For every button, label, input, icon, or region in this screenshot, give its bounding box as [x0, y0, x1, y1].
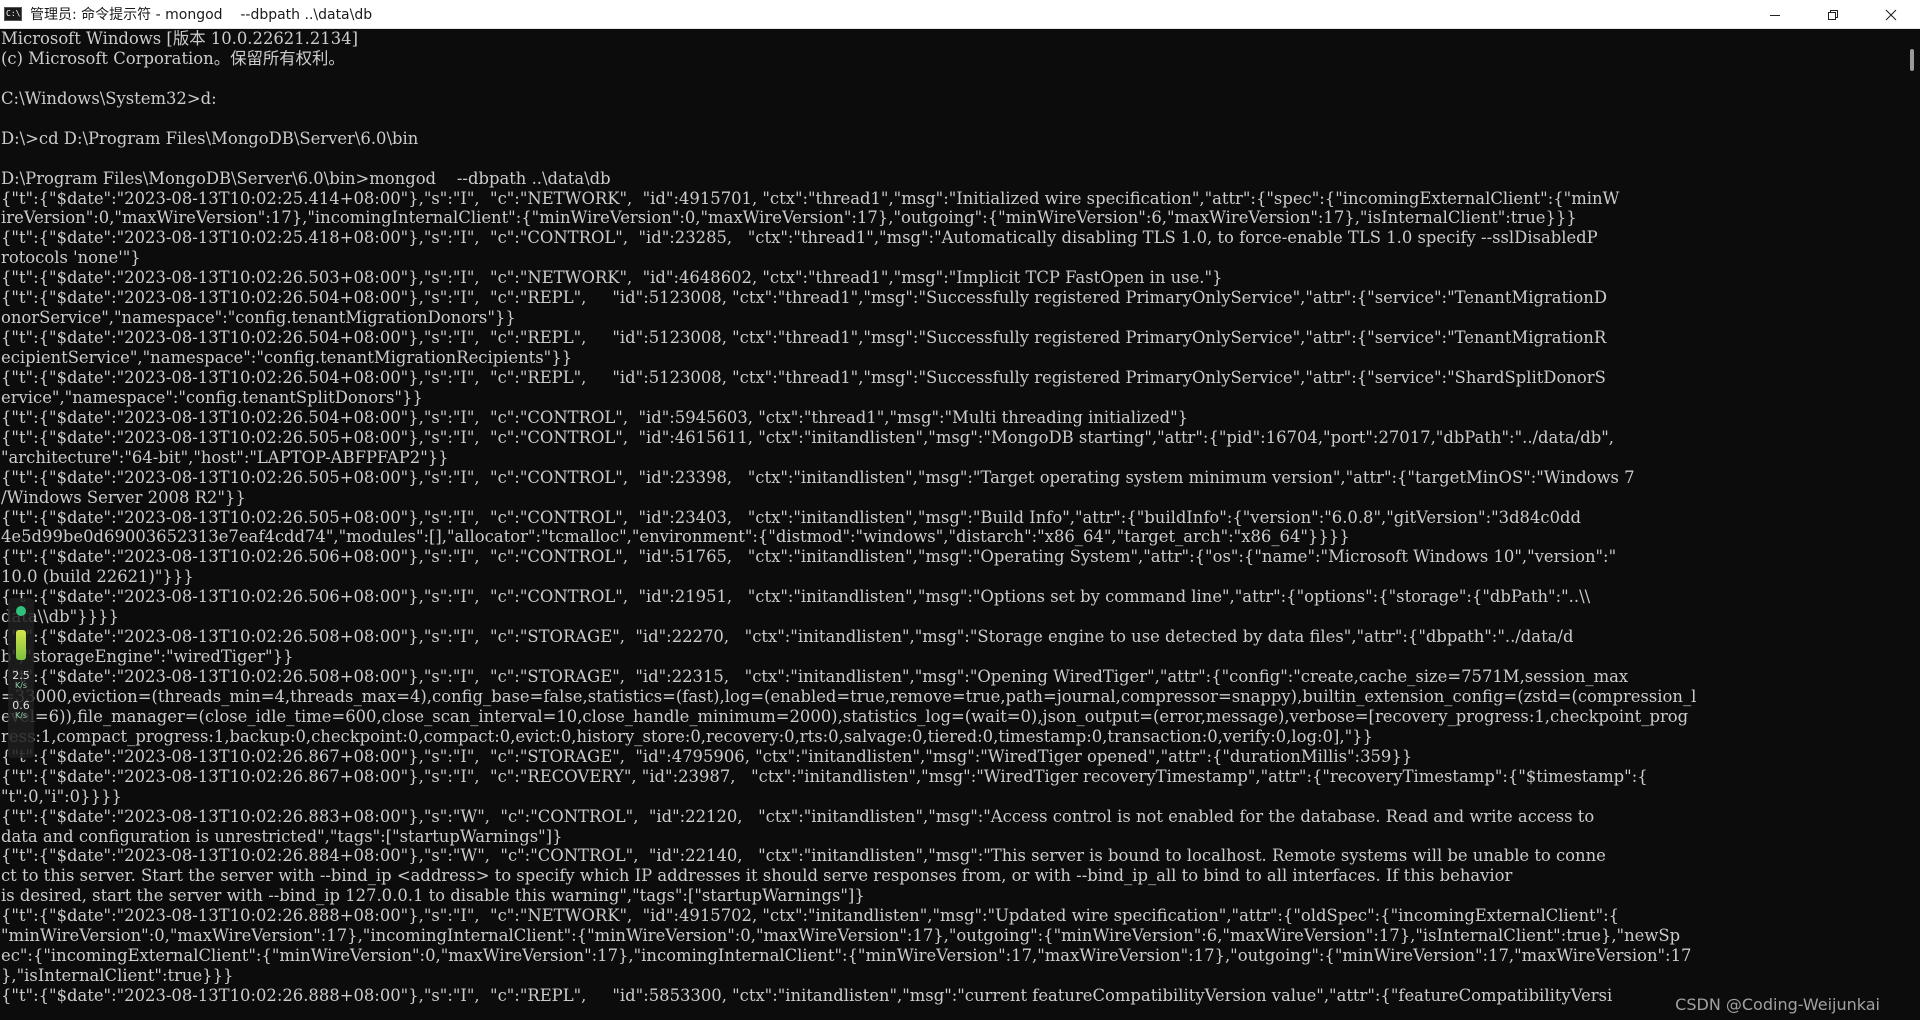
console-line: {"t":{"$date":"2023-08-13T10:02:26.504+0…	[1, 328, 1607, 348]
console-line: 10.0 (build 22621)"}}}	[1, 567, 194, 587]
console-line: D:\>cd D:\Program Files\MongoDB\Server\6…	[1, 128, 419, 148]
console-line: {"t":{"$date":"2023-08-13T10:02:25.414+0…	[1, 188, 1620, 208]
console-line: {"t":{"$date":"2023-08-13T10:02:26.506+0…	[1, 547, 1617, 567]
vertical-scrollbar[interactable]	[1896, 29, 1920, 1020]
close-icon	[1885, 9, 1897, 20]
window-title: 管理员: 命令提示符 - mongod --dbpath ..\data\db	[30, 7, 373, 23]
scrollbar-thumb[interactable]	[1910, 49, 1914, 71]
console-line: {"t":{"$date":"2023-08-13T10:02:26.883+0…	[1, 806, 1595, 826]
console-line: {"t":{"$date":"2023-08-13T10:02:26.508+0…	[1, 667, 1629, 686]
console-line: {"t":{"$date":"2023-08-13T10:02:26.505+0…	[1, 507, 1582, 527]
upload-speed-value: 2.5	[12, 669, 30, 682]
console-line: {"t":{"$date":"2023-08-13T10:02:26.505+0…	[1, 427, 1614, 447]
download-speed-value: 0.6	[12, 699, 30, 712]
console-line: {"t":{"$date":"2023-08-13T10:02:26.504+0…	[1, 407, 1189, 427]
upload-speed-unit: K/s	[14, 681, 28, 690]
minimize-icon	[1770, 14, 1780, 16]
console-line: evel=6)),file_manager=(close_idle_time=6…	[1, 706, 1689, 726]
console-line: ec":{"incomingExternalClient":{"minWireV…	[1, 946, 1692, 966]
console-line: {"t":{"$date":"2023-08-13T10:02:26.508+0…	[1, 627, 1574, 647]
console-line: C:\Windows\System32>d:	[1, 88, 217, 108]
console-line: ireVersion":0,"maxWireVersion":17},"inco…	[1, 208, 1577, 228]
console-line: ecipientService","namespace":"config.ten…	[1, 348, 573, 367]
usage-bar	[16, 630, 26, 660]
console-line: data\\db"}}}}	[1, 607, 119, 627]
console-output[interactable]: Microsoft Windows [版本 10.0.22621.2134] (c…	[0, 29, 1896, 1020]
console-line: is desired, start the server with --bind…	[1, 886, 865, 906]
console-line: 4e5d99be0d69003652313e7eaf4cdd74","modul…	[1, 527, 1350, 547]
console-line: ress:1,compact_progress:1,backup:0,check…	[1, 726, 1373, 746]
console-line: ct to this server. Start the server with…	[1, 866, 1513, 886]
console-line: onorService","namespace":"config.tenantM…	[1, 308, 516, 328]
status-dot-icon	[16, 606, 26, 616]
console-line: {"t":{"$date":"2023-08-13T10:02:26.867+0…	[1, 746, 1413, 766]
console-line: {"t":{"$date":"2023-08-13T10:02:26.867+0…	[1, 766, 1648, 786]
console-line: =33000,eviction=(threads_min=4,threads_m…	[1, 686, 1697, 706]
console-line: "t":0,"i":0}}}}	[1, 786, 122, 806]
watermark: CSDN @Coding-Weijunkai	[1675, 995, 1880, 1014]
console-line: {"t":{"$date":"2023-08-13T10:02:26.888+0…	[1, 906, 1620, 926]
console-line: D:\Program Files\MongoDB\Server\6.0\bin>…	[1, 168, 611, 188]
cmd-icon: C:\	[4, 7, 22, 21]
console-line: ervice","namespace":"config.tenantSplitD…	[1, 387, 423, 407]
minimize-button[interactable]	[1746, 0, 1804, 29]
restore-icon	[1828, 9, 1838, 20]
restore-button[interactable]	[1804, 0, 1862, 29]
console-line: {"t":{"$date":"2023-08-13T10:02:26.884+0…	[1, 846, 1606, 866]
console-line: {"t":{"$date":"2023-08-13T10:02:25.418+0…	[1, 228, 1598, 248]
close-button[interactable]	[1862, 0, 1920, 29]
download-speed-unit: K/s	[14, 711, 28, 720]
console-line: },"isInternalClient":true}}}	[1, 966, 234, 986]
console-line: "minWireVersion":0,"maxWireVersion":17},…	[1, 926, 1681, 946]
console-line: Microsoft Windows [版本 10.0.22621.2134]	[1, 29, 358, 48]
console-line: {"t":{"$date":"2023-08-13T10:02:26.506+0…	[1, 587, 1591, 607]
console-line: {"t":{"$date":"2023-08-13T10:02:26.503+0…	[1, 268, 1223, 288]
network-speed-widget[interactable]: 2.5 K/s 0.6 K/s	[8, 598, 34, 758]
console-line: {"t":{"$date":"2023-08-13T10:02:26.505+0…	[1, 467, 1635, 487]
console-line: {"t":{"$date":"2023-08-13T10:02:26.888+0…	[1, 986, 1613, 1005]
console-line: b","storageEngine":"wiredTiger"}}	[1, 647, 294, 667]
console-line: data and configuration is unrestricted",…	[1, 826, 563, 846]
console-line: "architecture":"64-bit","host":"LAPTOP-A…	[1, 447, 449, 467]
title-bar[interactable]: C:\ 管理员: 命令提示符 - mongod --dbpath ..\data…	[0, 0, 1920, 29]
console-line: rotocols 'none'"}	[1, 248, 141, 268]
window-controls	[1746, 0, 1920, 29]
console-line: {"t":{"$date":"2023-08-13T10:02:26.504+0…	[1, 367, 1606, 387]
console-line: /Windows Server 2008 R2"}}	[1, 487, 246, 507]
console-line: (c) Microsoft Corporation。保留所有权利。	[1, 48, 345, 68]
console-line: {"t":{"$date":"2023-08-13T10:02:26.504+0…	[1, 288, 1607, 308]
